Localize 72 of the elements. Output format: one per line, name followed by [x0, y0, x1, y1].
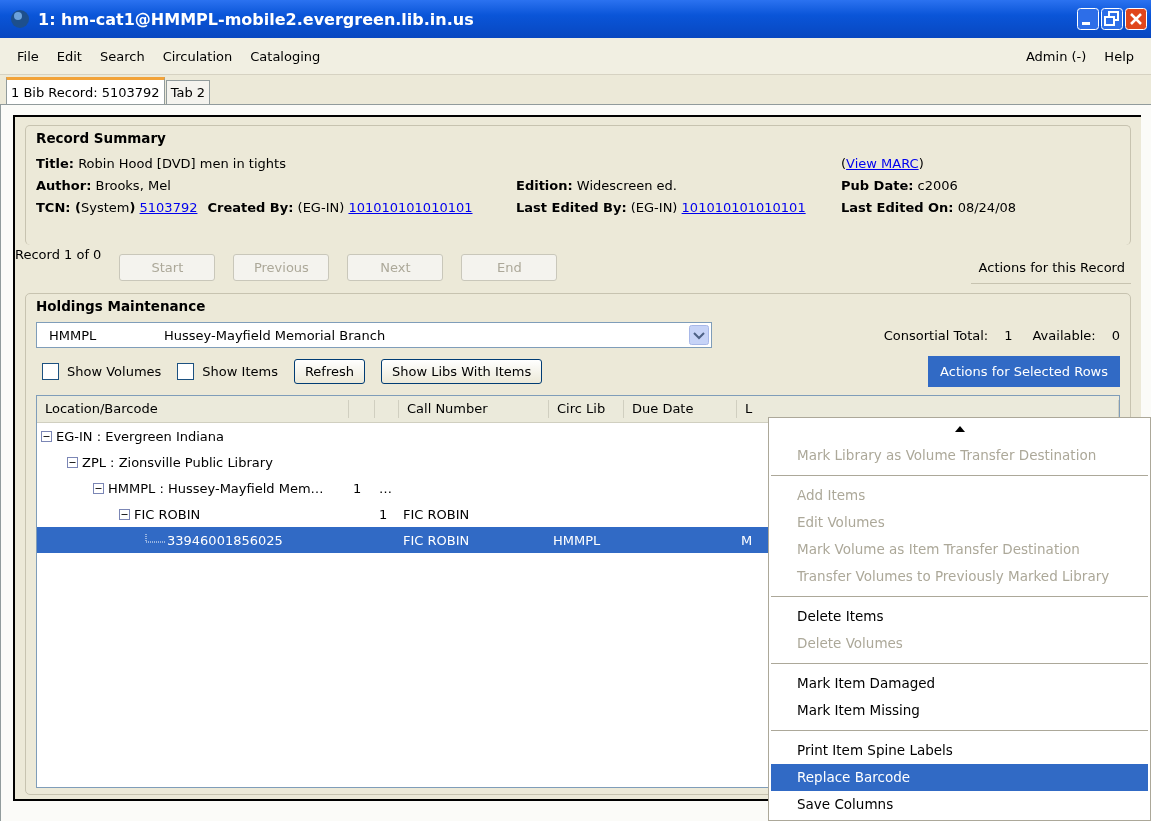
library-dropdown[interactable]: HMMPL Hussey-Mayfield Memorial Branch: [36, 322, 712, 348]
collapse-icon[interactable]: [119, 508, 130, 520]
tree-label: EG-IN : Evergreen Indiana: [56, 428, 224, 444]
column-header[interactable]: Circ Lib: [549, 400, 624, 418]
table-cell: FIC ROBIN: [403, 506, 470, 522]
library-code: HMMPL: [49, 327, 98, 343]
menu-item[interactable]: Mark Item Missing: [771, 697, 1148, 724]
toolbar-button[interactable]: Refresh: [293, 359, 365, 384]
menu-item[interactable]: Circulation: [153, 46, 242, 66]
tab[interactable]: 1 Bib Record: 5103792: [6, 77, 165, 104]
tree-label: HMMPL : Hussey-Mayfield Mem…: [108, 480, 324, 496]
field-text: TCN: (System) 5103792: [36, 200, 198, 215]
close-icon[interactable]: [1125, 8, 1147, 30]
menu-item[interactable]: Cataloging: [241, 46, 330, 66]
link[interactable]: View MARC: [846, 156, 919, 171]
field-text: (View MARC): [841, 156, 924, 171]
tree-line-icon: [145, 534, 165, 546]
menu-item[interactable]: Replace Barcode: [771, 764, 1148, 791]
field-text: Author: Brooks, Mel: [36, 178, 171, 193]
field-text: Title: Robin Hood [DVD] men in tights: [36, 156, 286, 171]
actions-button[interactable]: Actions for Selected Rows: [928, 356, 1120, 387]
section-title: Record Summary: [36, 130, 167, 146]
maximize-icon[interactable]: [1101, 8, 1123, 30]
total-label: Available:: [1032, 327, 1096, 343]
minimize-icon[interactable]: [1077, 8, 1099, 30]
tab[interactable]: Tab 2: [165, 80, 211, 104]
field-text: Last Edited On: 08/24/08: [841, 200, 1017, 215]
field-text: Pub Date: c2006: [841, 178, 958, 193]
table-cell: 1: [353, 480, 362, 496]
link[interactable]: 101010101010101: [348, 200, 473, 215]
toolbar-button[interactable]: Show Libs With Items: [381, 359, 543, 384]
menu-item[interactable]: Mark Item Damaged: [771, 670, 1148, 697]
column-header[interactable]: Call Number: [399, 400, 549, 418]
menu-item[interactable]: Help: [1095, 46, 1143, 66]
collapse-icon[interactable]: [93, 482, 104, 494]
checkbox[interactable]: [42, 363, 59, 380]
menu-item[interactable]: Print Item Spine Labels: [771, 737, 1148, 764]
field-text: Created By: (EG-IN) 101010101010101: [207, 200, 473, 215]
checkbox-label: Show Volumes: [67, 364, 162, 379]
menu-item[interactable]: Save Columns: [771, 791, 1148, 818]
tree-label: FIC ROBIN: [134, 506, 201, 522]
field-text: Last Edited By: (EG-IN) 101010101010101: [516, 200, 806, 215]
total-label: Consortial Total:: [883, 327, 989, 343]
table-cell: M: [741, 532, 753, 548]
checkbox[interactable]: [177, 363, 195, 380]
field-text: Edition: Widescreen ed.: [516, 178, 677, 193]
menu-item[interactable]: File: [8, 46, 48, 66]
column-header[interactable]: Due Date: [624, 400, 737, 418]
column-header[interactable]: Location/Barcode: [37, 400, 349, 418]
collapse-icon[interactable]: [67, 456, 78, 468]
link[interactable]: 5103792: [139, 200, 198, 215]
menu-item[interactable]: Edit: [47, 46, 91, 66]
library-name: Hussey-Mayfield Memorial Branch: [164, 327, 386, 343]
collapse-icon[interactable]: [41, 430, 52, 442]
window-title: 1: hm-cat1@HMMPL-mobile2.evergreen.lib.in.us: [38, 9, 475, 29]
section-title: Holdings Maintenance: [36, 298, 207, 314]
total-value: 0: [1111, 327, 1120, 343]
tree-label: ZPL : Zionsville Public Library: [82, 454, 273, 470]
table-cell: HMMPL: [553, 532, 601, 548]
globe-icon: [10, 9, 30, 29]
record-position: Record 1 of 0: [15, 247, 102, 262]
tree-label: 33946001856025: [167, 532, 283, 548]
menu-item[interactable]: Delete Items: [771, 603, 1148, 630]
table-cell: FIC ROBIN: [403, 532, 470, 548]
menu-item[interactable]: Admin (-): [1016, 46, 1096, 66]
checkbox-label: Show Items: [202, 364, 278, 379]
scroll-up-arrow-icon[interactable]: [954, 426, 965, 432]
total-value: 1: [1004, 327, 1013, 343]
link[interactable]: 101010101010101: [681, 200, 806, 215]
menu-item[interactable]: Search: [90, 46, 154, 66]
table-cell: 1: [379, 506, 388, 522]
table-cell: …: [379, 480, 392, 496]
